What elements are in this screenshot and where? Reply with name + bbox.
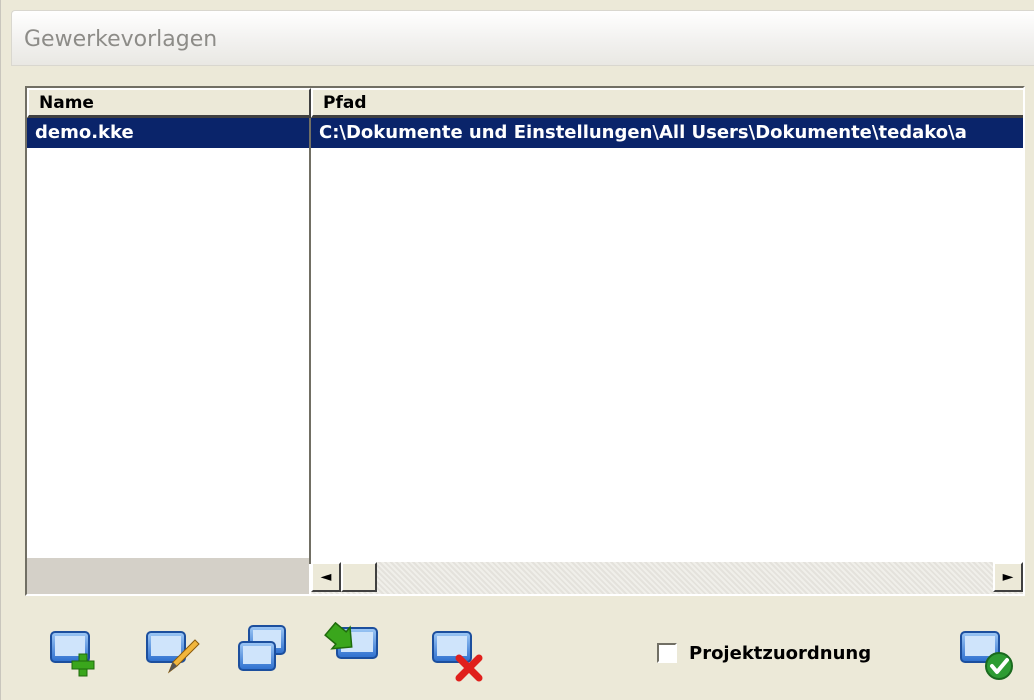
edit-template-icon	[146, 631, 200, 674]
table-row[interactable]: demo.kke C:\Dokumente und Einstellungen\…	[27, 118, 1023, 148]
project-assignment-label: Projektzuordnung	[689, 642, 872, 664]
edit-template-button[interactable]	[143, 622, 203, 682]
confirm-icon	[960, 631, 1013, 680]
add-template-icon	[50, 631, 95, 677]
horizontal-scrollbar[interactable]: ◄ ►	[311, 562, 1023, 594]
scroll-right-button[interactable]: ►	[993, 562, 1023, 592]
scroll-left-button[interactable]: ◄	[311, 562, 341, 592]
import-template-icon	[324, 621, 378, 659]
scrollbar-thumb[interactable]	[341, 562, 377, 592]
copy-template-button[interactable]	[233, 622, 293, 682]
import-template-button[interactable]	[323, 621, 383, 682]
row-path-cell: C:\Dokumente und Einstellungen\All Users…	[319, 122, 967, 143]
window-title: Gewerkevorlagen	[24, 27, 218, 52]
gewerkevorlagen-window: Gewerkevorlagen Name Pfad demo.kke C:\Do…	[0, 0, 1034, 700]
templates-list[interactable]: Name Pfad demo.kke C:\Dokumente und Eins…	[25, 86, 1025, 596]
name-column-filler	[27, 558, 309, 594]
delete-template-icon	[432, 631, 483, 682]
project-assignment-checkbox[interactable]	[657, 643, 677, 663]
delete-template-button[interactable]	[429, 622, 489, 682]
arrow-right-icon: ►	[1002, 569, 1014, 585]
row-name-cell: demo.kke	[35, 122, 134, 143]
project-assignment-toggle[interactable]: Projektzuordnung	[657, 640, 871, 666]
title-bar: Gewerkevorlagen	[11, 10, 1034, 66]
column-header-path[interactable]: Pfad	[311, 88, 1023, 118]
column-divider	[309, 118, 311, 564]
list-header: Name Pfad	[27, 88, 1023, 118]
column-header-name[interactable]: Name	[27, 88, 311, 118]
copy-template-icon	[238, 625, 286, 671]
arrow-left-icon: ◄	[320, 569, 332, 585]
add-template-button[interactable]	[45, 622, 105, 682]
confirm-button[interactable]	[957, 622, 1017, 682]
